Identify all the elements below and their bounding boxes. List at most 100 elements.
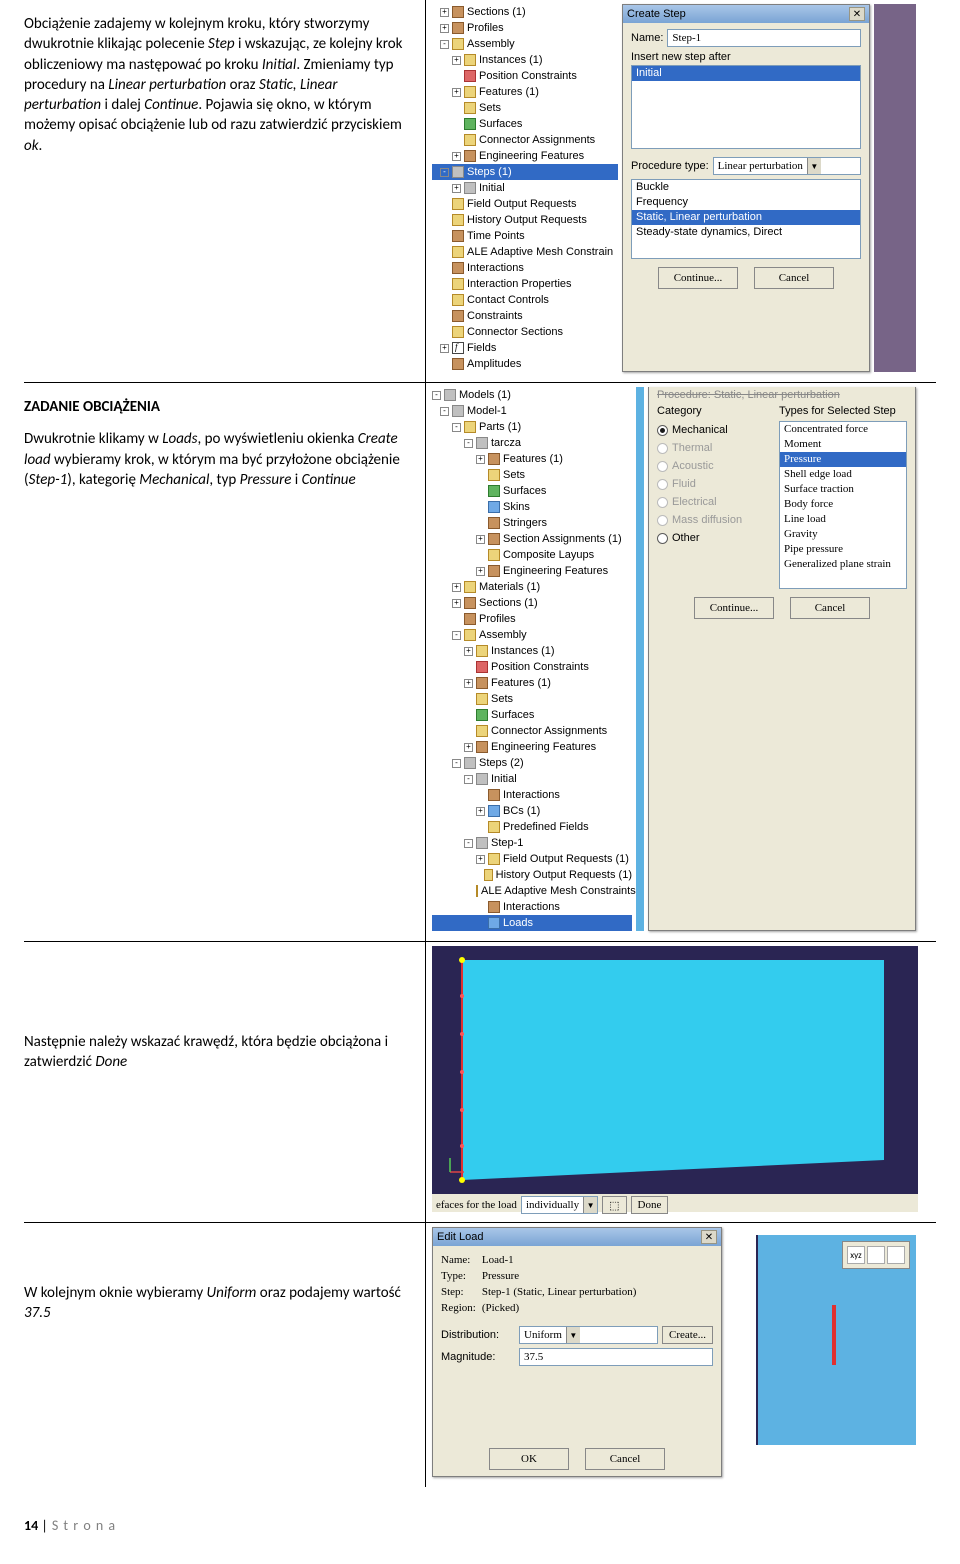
- continue-button[interactable]: Continue...: [658, 267, 738, 289]
- procedure-options-list[interactable]: BuckleFrequencyStatic, Linear perturbati…: [631, 179, 861, 259]
- insert-after-list[interactable]: Initial: [631, 65, 861, 149]
- tree-row[interactable]: Sets: [432, 691, 632, 707]
- load-type-option[interactable]: Pressure: [780, 452, 906, 467]
- category-radio[interactable]: Electrical: [657, 493, 767, 511]
- load-type-option[interactable]: Surface traction: [780, 482, 906, 497]
- category-radio[interactable]: Mechanical: [657, 421, 767, 439]
- expander-icon[interactable]: +: [452, 88, 461, 97]
- expander-icon[interactable]: -: [464, 775, 473, 784]
- tree-row[interactable]: Interactions: [432, 899, 632, 915]
- expander-icon[interactable]: +: [440, 344, 449, 353]
- expander-icon[interactable]: -: [432, 391, 441, 400]
- expander-icon[interactable]: +: [464, 647, 473, 656]
- tree-row[interactable]: Time Points: [432, 228, 618, 244]
- tree-row[interactable]: -Assembly: [432, 36, 618, 52]
- tree-row[interactable]: -Models (1): [432, 387, 632, 403]
- load-type-option[interactable]: Generalized plane strain: [780, 557, 906, 572]
- load-type-option[interactable]: Shell edge load: [780, 467, 906, 482]
- tree-row[interactable]: Interaction Properties: [432, 276, 618, 292]
- tree-row[interactable]: +Features (1): [432, 451, 632, 467]
- tree-row[interactable]: +Initial: [432, 180, 618, 196]
- tree-row[interactable]: ALE Adaptive Mesh Constraints: [432, 883, 632, 899]
- dialog-title-bar[interactable]: Edit Load ✕: [433, 1228, 721, 1246]
- tree-row[interactable]: +Instances (1): [432, 52, 618, 68]
- cancel-button[interactable]: Cancel: [790, 597, 870, 619]
- selection-icon-button[interactable]: ⬚: [602, 1196, 626, 1214]
- expander-icon[interactable]: -: [464, 839, 473, 848]
- tree-row[interactable]: -Parts (1): [432, 419, 632, 435]
- tree-row[interactable]: -Step-1: [432, 835, 632, 851]
- tree-row[interactable]: Sets: [432, 467, 632, 483]
- load-type-option[interactable]: Concentrated force: [780, 422, 906, 437]
- expander-icon[interactable]: +: [440, 8, 449, 17]
- triad-icon[interactable]: xyz: [847, 1246, 865, 1264]
- expander-icon[interactable]: +: [440, 24, 449, 33]
- expander-icon[interactable]: +: [476, 807, 485, 816]
- expander-icon[interactable]: +: [476, 535, 485, 544]
- tree-row[interactable]: History Output Requests: [432, 212, 618, 228]
- procedure-option[interactable]: Buckle: [632, 180, 860, 195]
- expander-icon[interactable]: -: [452, 631, 461, 640]
- tree-row[interactable]: Interactions: [432, 787, 632, 803]
- tree-row[interactable]: Connector Assignments: [432, 132, 618, 148]
- tree-row[interactable]: Sets: [432, 100, 618, 116]
- procedure-option[interactable]: Static, Linear perturbation: [632, 210, 860, 225]
- category-radio[interactable]: Thermal: [657, 439, 767, 457]
- tree-row[interactable]: +Sections (1): [432, 4, 618, 20]
- expander-icon[interactable]: -: [452, 423, 461, 432]
- tree-row[interactable]: Position Constraints: [432, 68, 618, 84]
- tree-row[interactable]: Profiles: [432, 611, 632, 627]
- tree-row[interactable]: Surfaces: [432, 483, 632, 499]
- create-distribution-button[interactable]: Create...: [662, 1326, 713, 1344]
- tree-row[interactable]: Surfaces: [432, 116, 618, 132]
- load-type-option[interactable]: Pipe pressure: [780, 542, 906, 557]
- category-radio[interactable]: Fluid: [657, 475, 767, 493]
- model-tree-2[interactable]: -Models (1)-Model-1-Parts (1)-tarcza+Fea…: [432, 387, 632, 931]
- tree-row[interactable]: +Profiles: [432, 20, 618, 36]
- expander-icon[interactable]: +: [476, 855, 485, 864]
- load-type-option[interactable]: Gravity: [780, 527, 906, 542]
- tree-row[interactable]: +Features (1): [432, 675, 632, 691]
- tree-row[interactable]: ALE Adaptive Mesh Constrain: [432, 244, 618, 260]
- category-radio[interactable]: Mass diffusion: [657, 511, 767, 529]
- expander-icon[interactable]: -: [440, 40, 449, 49]
- tree-row[interactable]: Connector Assignments: [432, 723, 632, 739]
- cancel-button[interactable]: Cancel: [585, 1448, 665, 1470]
- ok-button[interactable]: OK: [489, 1448, 569, 1470]
- tree-row[interactable]: -Model-1: [432, 403, 632, 419]
- tree-row[interactable]: Contact Controls: [432, 292, 618, 308]
- tree-row[interactable]: +Instances (1): [432, 643, 632, 659]
- tree-row[interactable]: Surfaces: [432, 707, 632, 723]
- load-type-option[interactable]: Line load: [780, 512, 906, 527]
- types-list[interactable]: Concentrated forceMomentPressureShell ed…: [779, 421, 907, 589]
- view-tool-icon[interactable]: [887, 1246, 905, 1264]
- tree-row[interactable]: -Assembly: [432, 627, 632, 643]
- tree-row[interactable]: -Initial: [432, 771, 632, 787]
- expander-icon[interactable]: +: [452, 56, 461, 65]
- continue-button[interactable]: Continue...: [694, 597, 774, 619]
- category-radios[interactable]: MechanicalThermalAcousticFluidElectrical…: [657, 421, 767, 547]
- tree-row[interactable]: Composite Layups: [432, 547, 632, 563]
- expander-icon[interactable]: -: [440, 407, 449, 416]
- close-icon[interactable]: ✕: [701, 1230, 717, 1244]
- tree-row[interactable]: Field Output Requests: [432, 196, 618, 212]
- tree-row[interactable]: +Engineering Features: [432, 563, 632, 579]
- expander-icon[interactable]: +: [452, 599, 461, 608]
- expander-icon[interactable]: +: [452, 583, 461, 592]
- done-button[interactable]: Done: [631, 1196, 669, 1214]
- tree-row[interactable]: Predefined Fields: [432, 819, 632, 835]
- expander-icon[interactable]: +: [476, 567, 485, 576]
- tree-row[interactable]: -Steps (1): [432, 164, 618, 180]
- procedure-type-select[interactable]: Linear perturbation ▼: [713, 157, 861, 175]
- tree-row[interactable]: Amplitudes: [432, 356, 618, 372]
- dialog-title-bar[interactable]: Create Step ✕: [623, 5, 869, 23]
- tree-row[interactable]: +Field Output Requests (1): [432, 851, 632, 867]
- load-type-option[interactable]: Body force: [780, 497, 906, 512]
- expander-icon[interactable]: +: [464, 743, 473, 752]
- tree-row[interactable]: +Sections (1): [432, 595, 632, 611]
- expander-icon[interactable]: -: [440, 168, 449, 177]
- expander-icon[interactable]: -: [464, 439, 473, 448]
- viewport-scene[interactable]: efaces for the load individually ▼ ⬚ Don…: [432, 946, 916, 1212]
- tree-row[interactable]: Skins: [432, 499, 632, 515]
- tree-row[interactable]: +BCs (1): [432, 803, 632, 819]
